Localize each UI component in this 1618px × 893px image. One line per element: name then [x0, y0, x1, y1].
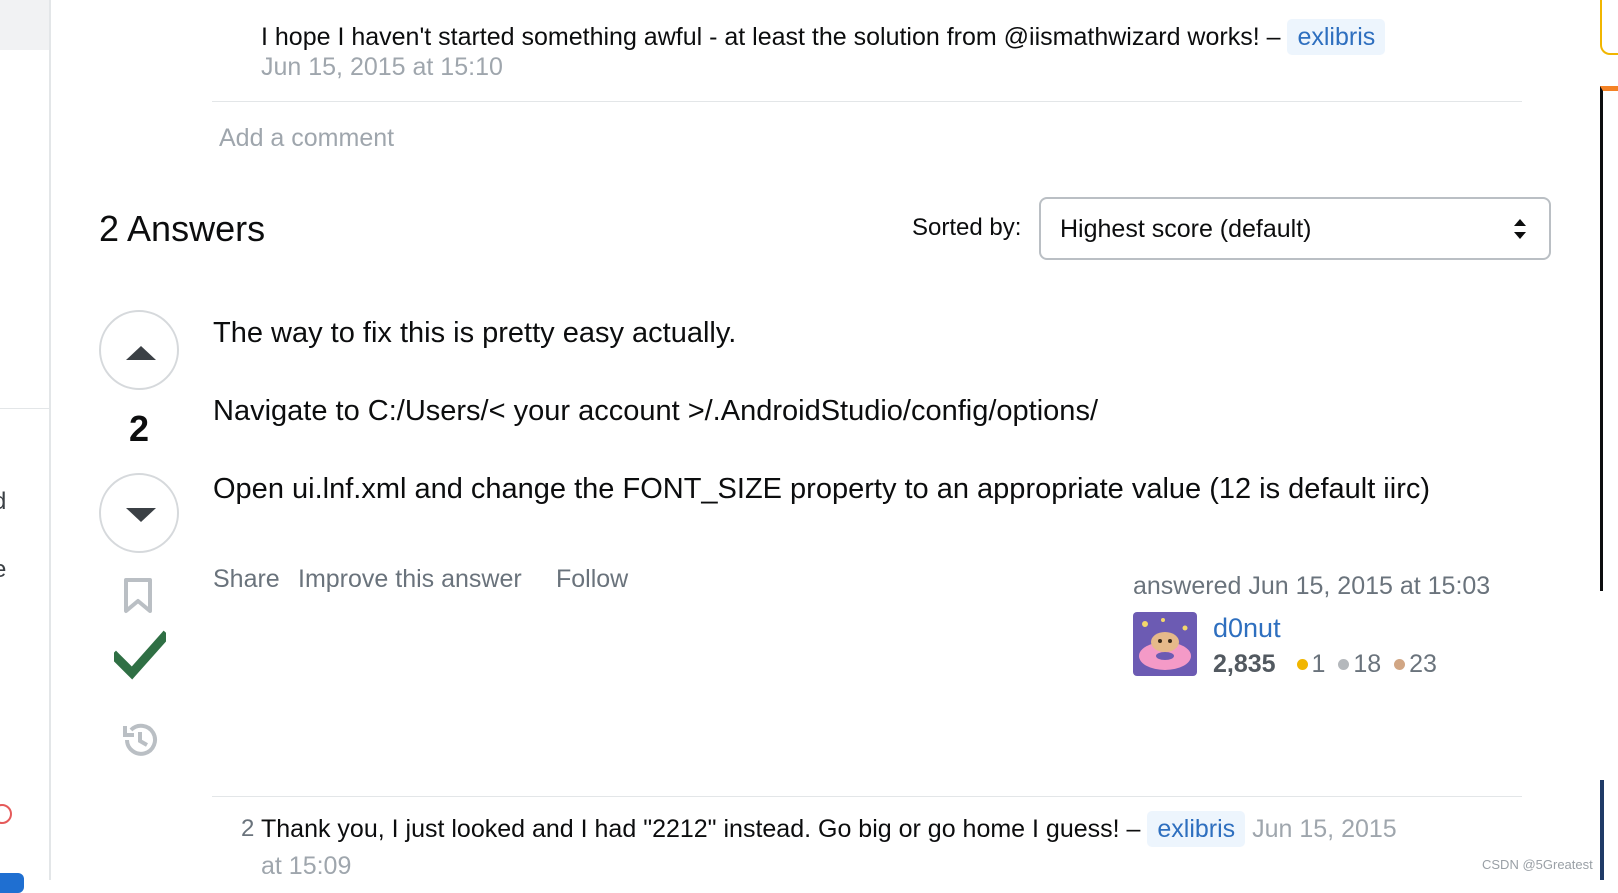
right-panel-callout [1600, 0, 1618, 55]
comment-text: I hope I haven't started something awful… [261, 23, 1281, 51]
comment-divider [212, 796, 1522, 797]
gold-badge-count: 1 [1311, 650, 1326, 678]
comment-user-link[interactable]: exlibris [1287, 19, 1386, 55]
bronze-badge-count: 23 [1409, 650, 1437, 678]
comment-date-continued[interactable]: at 15:09 [261, 852, 351, 881]
gold-badge-icon [1296, 658, 1308, 670]
user-reputation: 2,835 [1213, 650, 1276, 678]
bronze-badge-icon [1394, 658, 1406, 670]
comment-text: Thank you, I just looked and I had "2212… [261, 815, 1141, 843]
avatar-image [1133, 612, 1197, 676]
comment-user-link[interactable]: exlibris [1147, 811, 1246, 847]
vote-down-icon [126, 508, 156, 522]
sidebar-text-fragment: e [0, 556, 6, 584]
share-link[interactable]: Share [213, 565, 280, 594]
user-name-link[interactable]: d0nut [1213, 613, 1281, 644]
comment-divider [212, 101, 1522, 102]
comment: Thank you, I just looked and I had "2212… [261, 810, 1501, 848]
avatar[interactable] [1133, 612, 1197, 676]
upvote-button[interactable] [99, 310, 179, 390]
comment-score: 2 [241, 815, 255, 842]
right-sidebar-panel [1600, 86, 1618, 591]
comment-date[interactable]: Jun 15, 2015 [1252, 815, 1397, 843]
silver-badge-icon [1338, 658, 1350, 670]
sort-select[interactable]: Highest score (default) [1039, 197, 1551, 260]
history-icon[interactable] [119, 720, 159, 760]
bookmark-icon[interactable] [123, 578, 153, 614]
user-stats: 2,835 1 18 23 [1213, 650, 1437, 679]
add-comment-link[interactable]: Add a comment [219, 124, 394, 153]
answers-count-heading: 2 Answers [99, 208, 266, 249]
answer-paragraph: Open ui.lnf.xml and change the FONT_SIZE… [213, 473, 1431, 505]
accepted-check-icon [114, 630, 166, 680]
follow-link[interactable]: Follow [556, 565, 628, 594]
sidebar-text-fragment: d [0, 488, 6, 516]
watermark: CSDN @5Greatest [1482, 857, 1593, 872]
comment: I hope I haven't started something awful… [261, 18, 1501, 56]
right-sidebar-panel-bottom [1600, 780, 1618, 880]
sort-arrows-icon [1514, 219, 1526, 239]
left-sidebar-top-block [0, 0, 49, 50]
left-sidebar-divider [0, 408, 49, 409]
vote-up-icon [126, 346, 156, 360]
sort-select-value: Highest score (default) [1060, 215, 1312, 243]
improve-answer-link[interactable]: Improve this answer [298, 565, 522, 594]
answer-paragraph: Navigate to C:/Users/< your account >/.A… [213, 395, 1098, 427]
answer-paragraph: The way to fix this is pretty easy actua… [213, 317, 737, 349]
sort-label: Sorted by: [912, 214, 1022, 241]
vote-count: 2 [128, 408, 150, 449]
silver-badge-count: 18 [1353, 650, 1382, 678]
answered-timestamp[interactable]: answered Jun 15, 2015 at 15:03 [1133, 572, 1490, 601]
downvote-button[interactable] [99, 473, 179, 553]
comment-date[interactable]: Jun 15, 2015 at 15:10 [261, 53, 503, 82]
left-sidebar [0, 0, 51, 880]
sidebar-blue-badge[interactable] [0, 873, 24, 893]
